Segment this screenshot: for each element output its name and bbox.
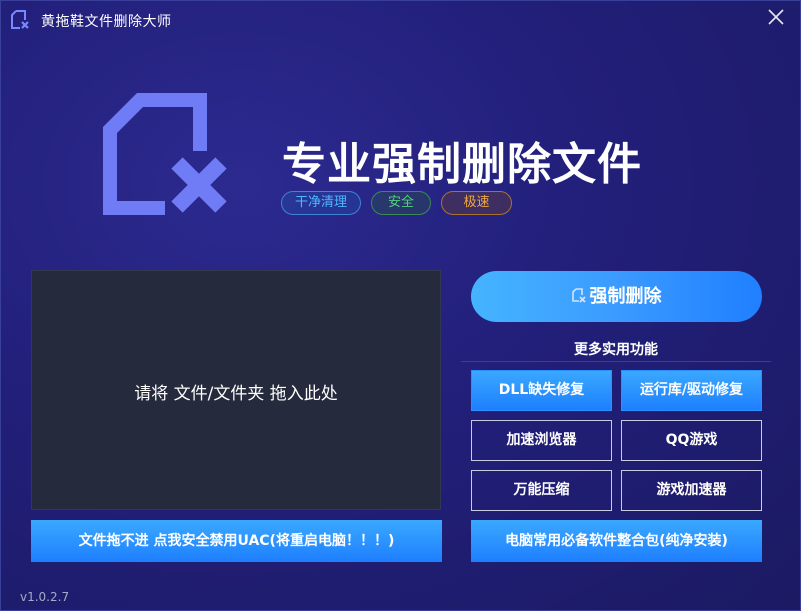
fast-browser-button[interactable]: 加速浏览器 (471, 420, 612, 461)
file-delete-icon (11, 10, 29, 29)
game-accelerator-button[interactable]: 游戏加速器 (621, 470, 762, 511)
close-icon[interactable] (766, 7, 786, 27)
hero-title: 专业强制删除文件 (282, 139, 642, 190)
tag-clean: 干净清理 (281, 191, 361, 215)
file-delete-icon (103, 93, 227, 215)
tag-safe: 安全 (371, 191, 431, 215)
drop-zone-text: 请将 文件/文件夹 拖入此处 (134, 384, 338, 404)
app-title: 黄拖鞋文件删除大师 (41, 14, 172, 30)
qq-games-button[interactable]: QQ游戏 (621, 420, 762, 461)
disable-uac-button[interactable]: 文件拖不进 点我安全禁用UAC(将重启电脑！！！) (31, 520, 442, 562)
file-delete-icon (571, 288, 586, 303)
more-features-title: 更多实用功能 (574, 342, 658, 358)
runtime-driver-repair-button[interactable]: 运行库/驱动修复 (621, 370, 762, 411)
title-bar[interactable]: 黄拖鞋文件删除大师 (1, 1, 800, 37)
divider (461, 361, 771, 362)
dll-repair-button[interactable]: DLL缺失修复 (471, 370, 612, 411)
software-pack-button[interactable]: 电脑常用必备软件整合包(纯净安装) (471, 520, 762, 562)
tag-fast: 极速 (441, 191, 512, 215)
app-window: 黄拖鞋文件删除大师 专业强制删除文件 干净清理 安全 极速 请将 文件/文件夹 … (0, 0, 801, 611)
universal-compress-button[interactable]: 万能压缩 (471, 470, 612, 511)
force-delete-button[interactable]: 强制删除 (471, 271, 762, 322)
file-drop-zone[interactable]: 请将 文件/文件夹 拖入此处 (31, 270, 441, 510)
force-delete-label: 强制删除 (589, 286, 662, 307)
version-label: v1.0.2.7 (20, 590, 70, 604)
